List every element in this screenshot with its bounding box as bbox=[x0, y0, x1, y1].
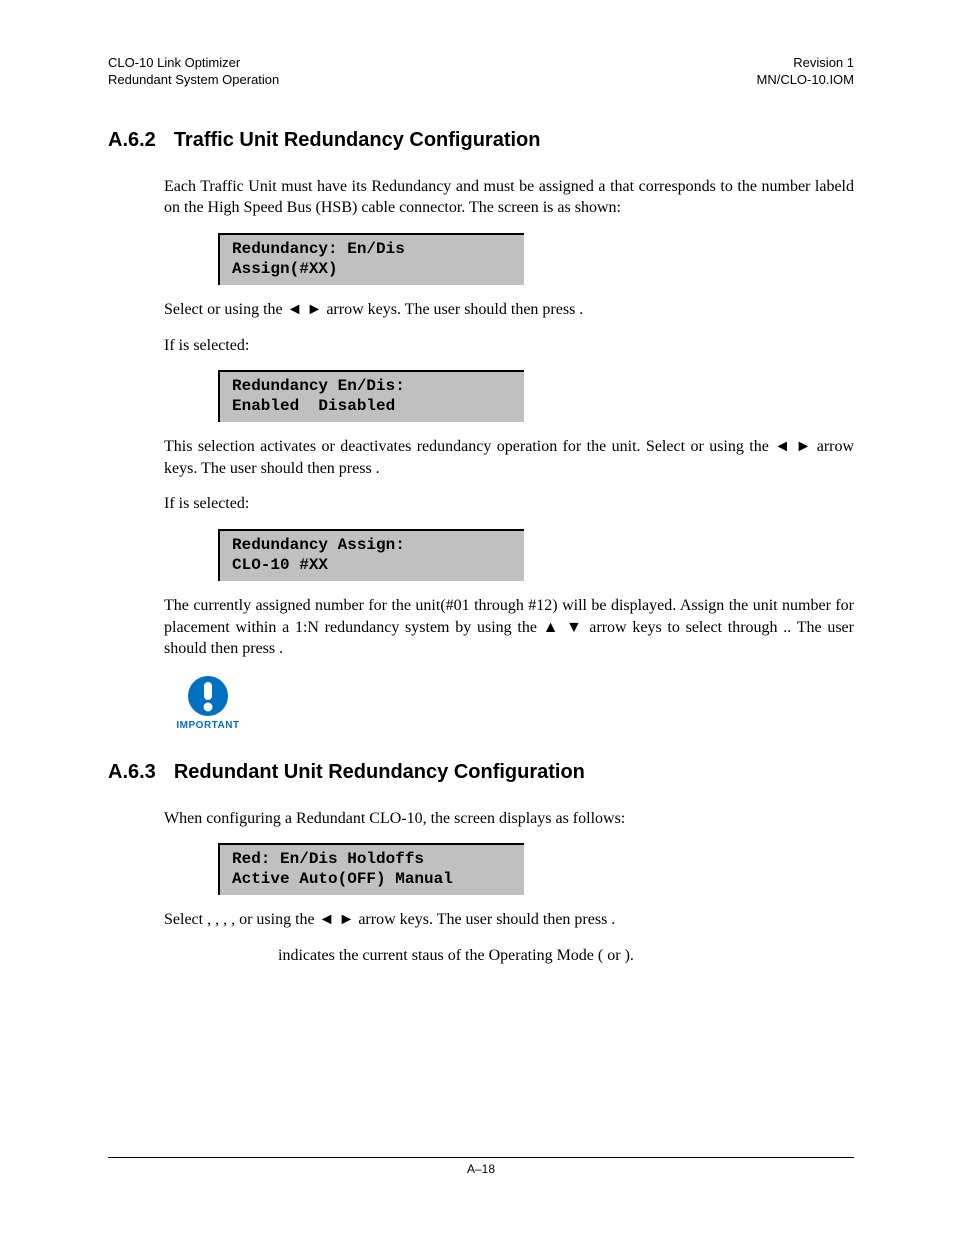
header-docnum: MN/CLO-10.IOM bbox=[756, 72, 854, 89]
section-heading-a62: A.6.2 Traffic Unit Redundancy Configurat… bbox=[108, 129, 854, 152]
page-container: CLO-10 Link Optimizer Redundant System O… bbox=[0, 0, 954, 1235]
screen-redundancy-main: Redundancy: En/Dis Assign(#XX) bbox=[218, 233, 524, 285]
important-icon bbox=[186, 674, 230, 718]
a62-activate-line: This selection activates or deactivates … bbox=[108, 436, 854, 479]
a62-if-endis: If is selected: bbox=[108, 335, 854, 357]
important-callout: IMPORTANT bbox=[172, 674, 244, 731]
a62-select-line: Select or using the ◄ ► arrow keys. The … bbox=[108, 299, 854, 321]
page-number: A–18 bbox=[108, 1158, 854, 1176]
screen-red-main: Red: En/Dis Holdoffs Active Auto(OFF) Ma… bbox=[218, 843, 524, 895]
section-number: A.6.2 bbox=[108, 129, 156, 152]
header-left: CLO-10 Link Optimizer Redundant System O… bbox=[108, 55, 279, 89]
header-subject: Redundant System Operation bbox=[108, 72, 279, 89]
a62-if-assign: If is selected: bbox=[108, 493, 854, 515]
header-revision: Revision 1 bbox=[756, 55, 854, 72]
section-title: Redundant Unit Redundancy Configuration bbox=[174, 761, 585, 784]
screen-redundancy-assign: Redundancy Assign: CLO-10 #XX bbox=[218, 529, 524, 581]
page-header: CLO-10 Link Optimizer Redundant System O… bbox=[108, 55, 854, 89]
section-title: Traffic Unit Redundancy Configuration bbox=[174, 129, 541, 152]
important-label: IMPORTANT bbox=[176, 720, 239, 731]
a63-intro: When configuring a Redundant CLO-10, the… bbox=[108, 808, 854, 830]
a63-select-line: Select , , , , or using the ◄ ► arrow ke… bbox=[108, 909, 854, 931]
section-number: A.6.3 bbox=[108, 761, 156, 784]
a62-intro: Each Traffic Unit must have its Redundan… bbox=[108, 176, 854, 219]
screen-redundancy-endis: Redundancy En/Dis: Enabled Disabled bbox=[218, 370, 524, 422]
section-heading-a63: A.6.3 Redundant Unit Redundancy Configur… bbox=[108, 761, 854, 784]
a63-note-line: indicates the current staus of the Opera… bbox=[108, 945, 854, 967]
header-product: CLO-10 Link Optimizer bbox=[108, 55, 279, 72]
a62-assign-line: The currently assigned number for the un… bbox=[108, 595, 854, 660]
header-right: Revision 1 MN/CLO-10.IOM bbox=[756, 55, 854, 89]
